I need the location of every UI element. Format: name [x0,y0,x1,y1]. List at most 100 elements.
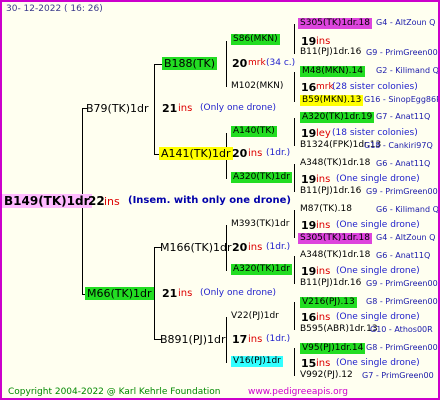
ggp-6-year: 19 [301,265,317,278]
ancestor-7-tag: G6 - Anat11Q [376,159,431,168]
ancestor-7[interactable]: A348(TK)1dr.18 [300,159,370,168]
ancestor-11-tag: G6 - Anat11Q [376,251,431,260]
root-year: 22 [88,194,105,208]
queen-grand-4[interactable]: B891(PJ)1dr [160,334,226,345]
ggp-3-mating: ley [316,128,331,139]
ggp-5-note: (One single drone) [336,220,420,230]
grand-4-mating: ins [248,334,263,345]
connector [226,41,227,87]
connector [154,64,162,65]
ancestor-3-tag: G2 - Kilimand Q [376,66,439,75]
grand-3-year: 20 [232,241,248,254]
mother-note: (Only one drone) [200,103,277,113]
ancestor-10-tag: G4 - AltZoun Q [376,233,436,242]
ggp-7-year: 16 [301,311,317,324]
ancestor-1[interactable]: S305(TK)1dr.18 [298,18,372,29]
ancestor-2[interactable]: B11(PJ)1dr.16 [300,48,361,57]
ancestor-1-tag: G4 - AltZoun Q [376,18,436,27]
grand-1-note: (34 c.) [266,58,296,68]
ggp-4-note: (One single drone) [336,174,420,184]
mother-year: 21 [162,102,178,115]
ancestor-6-tag: G18 - Cankiri97Q [364,141,433,150]
ggp-7-mating: ins [316,312,331,323]
site-link[interactable]: www.pedigreeapis.org [248,388,348,397]
father-note: (Only one drone) [200,288,277,298]
ancestor-14-tag: G10 - Athos00R [370,325,433,334]
ancestor-5-tag: G7 - Anat11Q [376,112,431,121]
ancestor-9-tag: G6 - Kilimand Q [376,205,439,214]
queen-grand-3[interactable]: M166(TK)1dr [160,242,232,253]
ggp-8-note: (One single drone) [336,358,420,368]
grand-4-year: 17 [232,333,248,346]
ggp-6-note: (One single drone) [336,266,420,276]
pedigree-frame: 30- 12-2022 ( 16: 26) B149(TK)1dr 22 ins… [0,0,440,400]
ggp-7-note: (One single drone) [336,312,420,322]
report-date: 30- 12-2022 ( 16: 26) [6,4,103,14]
grand-2-note: (1dr.) [266,148,291,158]
queen-ggp-3[interactable]: A140(TK) [231,126,277,137]
ancestor-4-tag: G16 - SinopEgg86R [364,95,440,104]
father-mating: ins [178,288,193,299]
ancestor-5[interactable]: A320(TK)1dr.19 [300,112,375,123]
connector [294,72,295,102]
queen-father[interactable]: M66(TK)1dr [85,287,154,300]
queen-grand-2[interactable]: A141(TK)1dr [159,147,233,160]
ggp-4-mating: ins [316,174,331,185]
ancestor-10[interactable]: S305(TK)1dr.18 [298,233,372,244]
connector [154,247,155,339]
grand-2-mating: ins [248,148,263,159]
ancestor-13[interactable]: V216(PJ).13 [300,297,357,308]
connector [154,64,155,154]
ancestor-4[interactable]: B59(MKN).13 [300,95,364,106]
queen-ggp-1[interactable]: S86(MKN) [231,34,280,45]
connector [294,302,295,330]
queen-ggp-7[interactable]: V22(PJ)1dr [231,312,279,321]
queen-grand-1[interactable]: B188(TK) [162,57,218,70]
ancestor-3[interactable]: M48(MKN).14 [300,66,365,77]
grand-1-year: 20 [232,57,248,70]
queen-root[interactable]: B149(TK)1dr [2,194,92,208]
ancestor-16[interactable]: V992(PJ).12 [300,371,353,380]
grand-3-note: (1dr.) [266,242,291,252]
ggp-4-year: 19 [301,173,317,186]
ancestor-11[interactable]: A348(TK)1dr.18 [300,251,370,260]
connector [294,164,295,192]
ancestor-15-tag: G8 - PrimGreen00 [366,343,438,352]
root-note: (Insem. with only one drone) [128,195,291,206]
queen-ggp-6[interactable]: A320(TK)1dr [231,264,292,275]
ggp-2-year: 16 [301,81,317,94]
ggp-3-note: (18 sister colonies) [332,128,418,138]
ggp-5-mating: ins [316,220,331,231]
ggp-3-year: 19 [301,127,317,140]
queen-mother[interactable]: B79(TK)1dr [86,103,149,114]
ancestor-16-tag: G7 - PrimGreen00 [362,371,434,380]
connector [294,210,295,238]
ggp-5-year: 19 [301,219,317,232]
root-mating: ins [104,195,120,208]
ggp-6-mating: ins [316,266,331,277]
grand-4-note: (1dr.) [266,334,291,344]
ancestor-2-tag: G9 - PrimGreen00 [366,48,438,57]
queen-ggp-5[interactable]: M393(TK)1dr [231,220,290,229]
grand-3-mating: ins [248,242,263,253]
ggp-1-mating: ins [316,36,331,47]
ancestor-12[interactable]: B11(PJ)1dr.16 [300,279,361,288]
ggp-8-mating: ins [316,358,331,369]
queen-ggp-8[interactable]: V16(PJ)1dr [231,356,283,367]
queen-ggp-2[interactable]: M102(MKN) [231,82,283,91]
connector [294,118,295,146]
ancestor-9[interactable]: M87(TK).18 [300,205,352,214]
ancestor-8[interactable]: B11(PJ)1dr.16 [300,187,361,196]
copyright-text: Copyright 2004-2022 @ Karl Kehrle Founda… [8,387,221,397]
ggp-8-year: 15 [301,357,317,370]
ancestor-14[interactable]: B595(ABR)1dr.13 [300,325,378,334]
connector [294,24,295,54]
grand-2-year: 20 [232,147,248,160]
ggp-2-note: (28 sister colonies) [332,82,418,92]
father-year: 21 [162,287,178,300]
ancestor-15[interactable]: V95(PJ)1dr.14 [300,343,366,354]
queen-ggp-4[interactable]: A320(TK)1dr [231,172,292,183]
ggp-1-year: 19 [301,35,317,48]
connector [294,256,295,284]
connector [294,348,295,376]
